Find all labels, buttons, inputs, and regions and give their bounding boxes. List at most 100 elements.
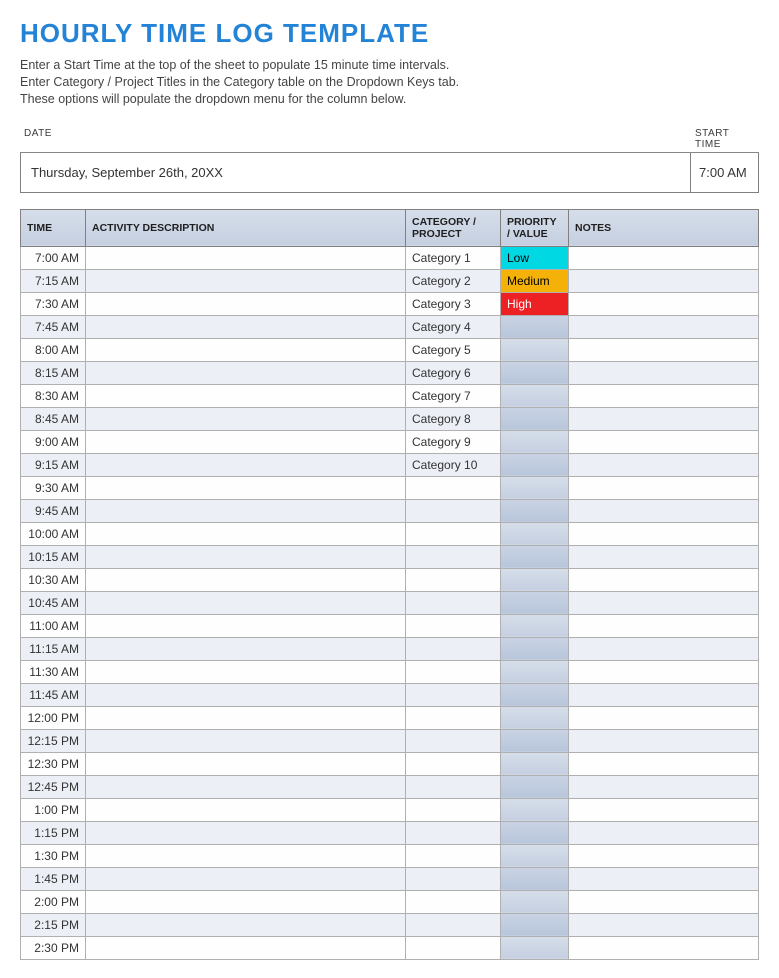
cell-activity[interactable] [86,706,406,729]
cell-category[interactable] [406,499,501,522]
start-time-input[interactable]: 7:00 AM [690,153,758,192]
cell-category[interactable] [406,798,501,821]
cell-priority[interactable] [501,729,569,752]
cell-notes[interactable] [569,683,759,706]
cell-category[interactable] [406,591,501,614]
cell-category[interactable]: Category 2 [406,269,501,292]
cell-activity[interactable] [86,430,406,453]
cell-activity[interactable] [86,315,406,338]
cell-category[interactable]: Category 10 [406,453,501,476]
cell-activity[interactable] [86,384,406,407]
cell-category[interactable]: Category 8 [406,407,501,430]
cell-priority[interactable] [501,821,569,844]
cell-notes[interactable] [569,568,759,591]
cell-notes[interactable] [569,476,759,499]
cell-priority[interactable] [501,867,569,890]
cell-notes[interactable] [569,867,759,890]
cell-priority[interactable]: Low [501,246,569,269]
cell-activity[interactable] [86,338,406,361]
cell-category[interactable] [406,936,501,959]
cell-notes[interactable] [569,246,759,269]
cell-notes[interactable] [569,798,759,821]
cell-activity[interactable] [86,913,406,936]
cell-notes[interactable] [569,292,759,315]
cell-notes[interactable] [569,729,759,752]
cell-priority[interactable] [501,545,569,568]
cell-notes[interactable] [569,821,759,844]
cell-activity[interactable] [86,867,406,890]
cell-notes[interactable] [569,890,759,913]
cell-notes[interactable] [569,522,759,545]
cell-notes[interactable] [569,338,759,361]
cell-priority[interactable]: High [501,292,569,315]
cell-notes[interactable] [569,430,759,453]
cell-notes[interactable] [569,614,759,637]
cell-category[interactable] [406,890,501,913]
cell-priority[interactable] [501,637,569,660]
cell-category[interactable]: Category 7 [406,384,501,407]
cell-priority[interactable]: Medium [501,269,569,292]
cell-category[interactable] [406,614,501,637]
cell-activity[interactable] [86,798,406,821]
cell-notes[interactable] [569,844,759,867]
cell-activity[interactable] [86,499,406,522]
cell-priority[interactable] [501,361,569,384]
cell-activity[interactable] [86,660,406,683]
cell-category[interactable] [406,683,501,706]
cell-category[interactable] [406,729,501,752]
cell-priority[interactable] [501,775,569,798]
cell-activity[interactable] [86,361,406,384]
cell-notes[interactable] [569,545,759,568]
cell-priority[interactable] [501,614,569,637]
cell-notes[interactable] [569,637,759,660]
cell-priority[interactable] [501,844,569,867]
cell-priority[interactable] [501,499,569,522]
cell-priority[interactable] [501,660,569,683]
cell-priority[interactable] [501,407,569,430]
cell-priority[interactable] [501,683,569,706]
cell-notes[interactable] [569,384,759,407]
cell-priority[interactable] [501,522,569,545]
cell-priority[interactable] [501,315,569,338]
cell-category[interactable]: Category 6 [406,361,501,384]
cell-category[interactable] [406,568,501,591]
cell-activity[interactable] [86,752,406,775]
cell-category[interactable]: Category 4 [406,315,501,338]
cell-priority[interactable] [501,752,569,775]
cell-category[interactable]: Category 5 [406,338,501,361]
cell-category[interactable] [406,867,501,890]
cell-priority[interactable] [501,706,569,729]
cell-priority[interactable] [501,338,569,361]
cell-activity[interactable] [86,269,406,292]
cell-activity[interactable] [86,614,406,637]
cell-notes[interactable] [569,752,759,775]
cell-activity[interactable] [86,729,406,752]
cell-activity[interactable] [86,545,406,568]
cell-priority[interactable] [501,453,569,476]
cell-notes[interactable] [569,591,759,614]
cell-category[interactable]: Category 1 [406,246,501,269]
cell-activity[interactable] [86,591,406,614]
cell-priority[interactable] [501,476,569,499]
cell-category[interactable] [406,844,501,867]
cell-notes[interactable] [569,315,759,338]
cell-priority[interactable] [501,913,569,936]
cell-notes[interactable] [569,936,759,959]
cell-notes[interactable] [569,407,759,430]
cell-activity[interactable] [86,821,406,844]
date-input[interactable]: Thursday, September 26th, 20XX [21,153,481,192]
cell-activity[interactable] [86,683,406,706]
cell-activity[interactable] [86,890,406,913]
cell-activity[interactable] [86,246,406,269]
cell-priority[interactable] [501,936,569,959]
cell-notes[interactable] [569,913,759,936]
cell-priority[interactable] [501,430,569,453]
cell-priority[interactable] [501,568,569,591]
cell-category[interactable]: Category 9 [406,430,501,453]
cell-priority[interactable] [501,384,569,407]
cell-priority[interactable] [501,591,569,614]
cell-notes[interactable] [569,361,759,384]
cell-activity[interactable] [86,775,406,798]
cell-category[interactable] [406,660,501,683]
cell-category[interactable] [406,752,501,775]
